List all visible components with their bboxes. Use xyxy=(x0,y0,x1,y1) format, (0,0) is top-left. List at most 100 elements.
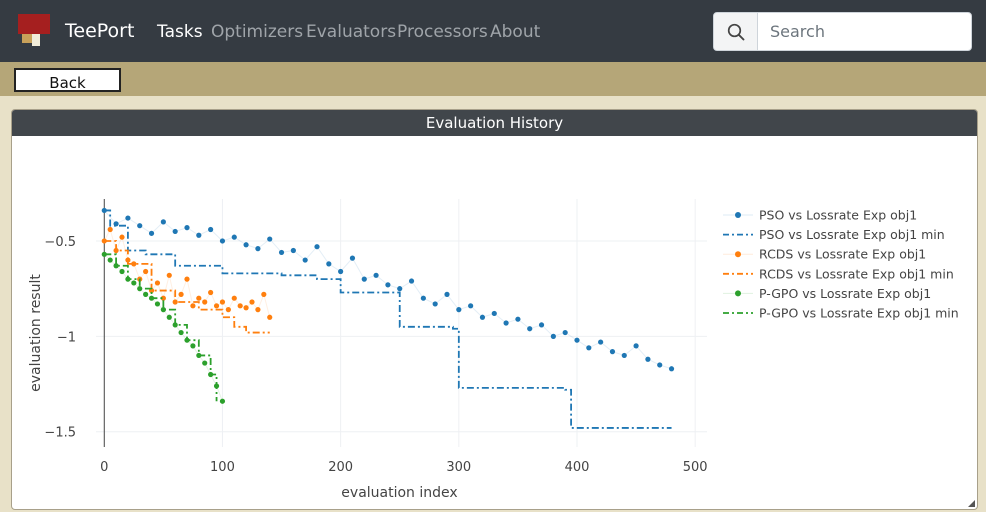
nav-processors[interactable]: Processors xyxy=(397,22,488,42)
series-trace-p-gpo-vs-lossrate-exp-obj1 xyxy=(103,253,223,402)
point-pso-vs-lossrate-exp-obj1 xyxy=(562,329,568,336)
point-p-gpo-vs-lossrate-exp-obj1 xyxy=(107,257,113,263)
back-button[interactable]: Back xyxy=(14,68,121,92)
point-pso-vs-lossrate-exp-obj1 xyxy=(444,291,450,297)
min-line-rcds-vs-lossrate-exp-obj1-min xyxy=(104,240,270,334)
x-tick-label: 500 xyxy=(683,460,708,475)
x-tick-label: 300 xyxy=(446,460,471,475)
point-pso-vs-lossrate-exp-obj1 xyxy=(633,343,639,349)
x-tick-label: 100 xyxy=(210,460,235,475)
legend-label: P-GPO vs Lossrate Exp obj1 min xyxy=(759,306,959,321)
point-pso-vs-lossrate-exp-obj1 xyxy=(219,238,226,244)
point-rcds-vs-lossrate-exp-obj1 xyxy=(154,280,161,286)
point-pso-vs-lossrate-exp-obj1 xyxy=(373,272,379,278)
x-tick-label: 0 xyxy=(100,460,108,475)
point-pso-vs-lossrate-exp-obj1 xyxy=(550,333,556,339)
point-pso-vs-lossrate-exp-obj1 xyxy=(586,345,592,351)
point-rcds-vs-lossrate-exp-obj1 xyxy=(178,291,184,297)
point-pso-vs-lossrate-exp-obj1 xyxy=(503,320,509,326)
point-rcds-vs-lossrate-exp-obj1 xyxy=(231,295,237,301)
search-input[interactable] xyxy=(759,13,971,50)
legend-label: PSO vs Lossrate Exp obj1 xyxy=(759,208,917,223)
point-pso-vs-lossrate-exp-obj1 xyxy=(361,276,367,282)
point-p-gpo-vs-lossrate-exp-obj1 xyxy=(131,280,137,286)
point-pso-vs-lossrate-exp-obj1 xyxy=(538,322,545,328)
point-rcds-vs-lossrate-exp-obj1 xyxy=(255,307,261,313)
point-rcds-vs-lossrate-exp-obj1 xyxy=(202,299,208,305)
point-pso-vs-lossrate-exp-obj1 xyxy=(137,223,143,229)
point-p-gpo-vs-lossrate-exp-obj1 xyxy=(119,268,125,275)
point-pso-vs-lossrate-exp-obj1 xyxy=(645,356,651,362)
legend-label: RCDS vs Lossrate Exp obj1 xyxy=(759,247,926,262)
point-pso-vs-lossrate-exp-obj1 xyxy=(326,261,332,267)
search-box xyxy=(713,12,972,51)
point-pso-vs-lossrate-exp-obj1 xyxy=(491,310,497,317)
point-pso-vs-lossrate-exp-obj1 xyxy=(657,362,663,368)
point-pso-vs-lossrate-exp-obj1 xyxy=(231,234,237,240)
point-pso-vs-lossrate-exp-obj1 xyxy=(338,268,344,275)
point-rcds-vs-lossrate-exp-obj1 xyxy=(107,226,113,233)
point-rcds-vs-lossrate-exp-obj1 xyxy=(184,276,190,282)
point-pso-vs-lossrate-exp-obj1 xyxy=(420,295,426,301)
point-pso-vs-lossrate-exp-obj1 xyxy=(314,244,320,250)
point-rcds-vs-lossrate-exp-obj1 xyxy=(267,314,273,320)
legend-swatch-pso-vs-lossrate-exp-obj1 xyxy=(735,212,741,218)
point-pso-vs-lossrate-exp-obj1 xyxy=(527,326,533,332)
point-pso-vs-lossrate-exp-obj1 xyxy=(196,232,202,238)
point-pso-vs-lossrate-exp-obj1 xyxy=(160,219,166,225)
nav-evaluators[interactable]: Evaluators xyxy=(306,22,396,42)
point-rcds-vs-lossrate-exp-obj1 xyxy=(249,299,255,305)
teeport-logo-icon xyxy=(18,14,50,46)
point-rcds-vs-lossrate-exp-obj1 xyxy=(225,307,231,313)
point-rcds-vs-lossrate-exp-obj1 xyxy=(190,303,196,309)
nav-optimizers[interactable]: Optimizers xyxy=(211,22,303,42)
toolbar-strip xyxy=(0,62,986,96)
point-pso-vs-lossrate-exp-obj1 xyxy=(609,349,616,355)
point-pso-vs-lossrate-exp-obj1 xyxy=(302,257,308,263)
point-pso-vs-lossrate-exp-obj1 xyxy=(184,225,190,231)
y-axis-title: evaluation result xyxy=(28,274,44,392)
top-navbar: TeePort Tasks Optimizers Evaluators Proc… xyxy=(0,0,986,62)
nav-about[interactable]: About xyxy=(490,22,540,42)
point-pso-vs-lossrate-exp-obj1 xyxy=(243,242,249,248)
legend-label: RCDS vs Lossrate Exp obj1 min xyxy=(759,266,954,281)
point-rcds-vs-lossrate-exp-obj1 xyxy=(243,305,249,311)
point-p-gpo-vs-lossrate-exp-obj1 xyxy=(143,291,149,297)
point-pso-vs-lossrate-exp-obj1 xyxy=(208,226,214,233)
point-pso-vs-lossrate-exp-obj1 xyxy=(385,282,391,288)
min-line-p-gpo-vs-lossrate-exp-obj1-min xyxy=(104,253,218,402)
x-axis-title: evaluation index xyxy=(341,485,457,501)
point-rcds-vs-lossrate-exp-obj1 xyxy=(213,303,220,309)
point-p-gpo-vs-lossrate-exp-obj1 xyxy=(190,343,196,349)
point-pso-vs-lossrate-exp-obj1 xyxy=(468,303,474,309)
point-pso-vs-lossrate-exp-obj1 xyxy=(432,301,438,307)
point-rcds-vs-lossrate-exp-obj1 xyxy=(119,234,125,240)
resize-handle-icon[interactable] xyxy=(968,500,975,507)
search-icon xyxy=(727,23,745,41)
point-pso-vs-lossrate-exp-obj1 xyxy=(456,307,462,313)
point-pso-vs-lossrate-exp-obj1 xyxy=(479,314,486,320)
min-line-pso-vs-lossrate-exp-obj1-min xyxy=(104,209,672,429)
point-rcds-vs-lossrate-exp-obj1 xyxy=(166,272,172,278)
evaluation-history-chart: 0 100 200 300 400 500 −0.5 −1 −1.5 evaluation ind… xyxy=(28,199,959,501)
point-pso-vs-lossrate-exp-obj1 xyxy=(172,228,178,235)
point-pso-vs-lossrate-exp-obj1 xyxy=(148,230,155,236)
y-tick-label: −0.5 xyxy=(44,235,76,250)
nav-tasks[interactable]: Tasks xyxy=(157,22,203,42)
brand-name[interactable]: TeePort xyxy=(65,20,134,42)
point-rcds-vs-lossrate-exp-obj1 xyxy=(237,303,243,309)
point-pso-vs-lossrate-exp-obj1 xyxy=(278,249,285,256)
point-pso-vs-lossrate-exp-obj1 xyxy=(125,215,131,221)
point-pso-vs-lossrate-exp-obj1 xyxy=(621,352,627,359)
legend-swatch-p-gpo-vs-lossrate-exp-obj1 xyxy=(735,290,741,297)
point-p-gpo-vs-lossrate-exp-obj1 xyxy=(202,360,208,366)
search-button[interactable] xyxy=(714,13,758,50)
point-p-gpo-vs-lossrate-exp-obj1 xyxy=(178,329,184,336)
point-pso-vs-lossrate-exp-obj1 xyxy=(598,339,604,345)
point-pso-vs-lossrate-exp-obj1 xyxy=(255,246,261,252)
point-rcds-vs-lossrate-exp-obj1 xyxy=(143,268,149,275)
legend-swatch-rcds-vs-lossrate-exp-obj1 xyxy=(735,251,741,258)
y-tick-label: −1.5 xyxy=(44,426,76,441)
point-pso-vs-lossrate-exp-obj1 xyxy=(349,255,356,261)
point-pso-vs-lossrate-exp-obj1 xyxy=(515,316,521,322)
